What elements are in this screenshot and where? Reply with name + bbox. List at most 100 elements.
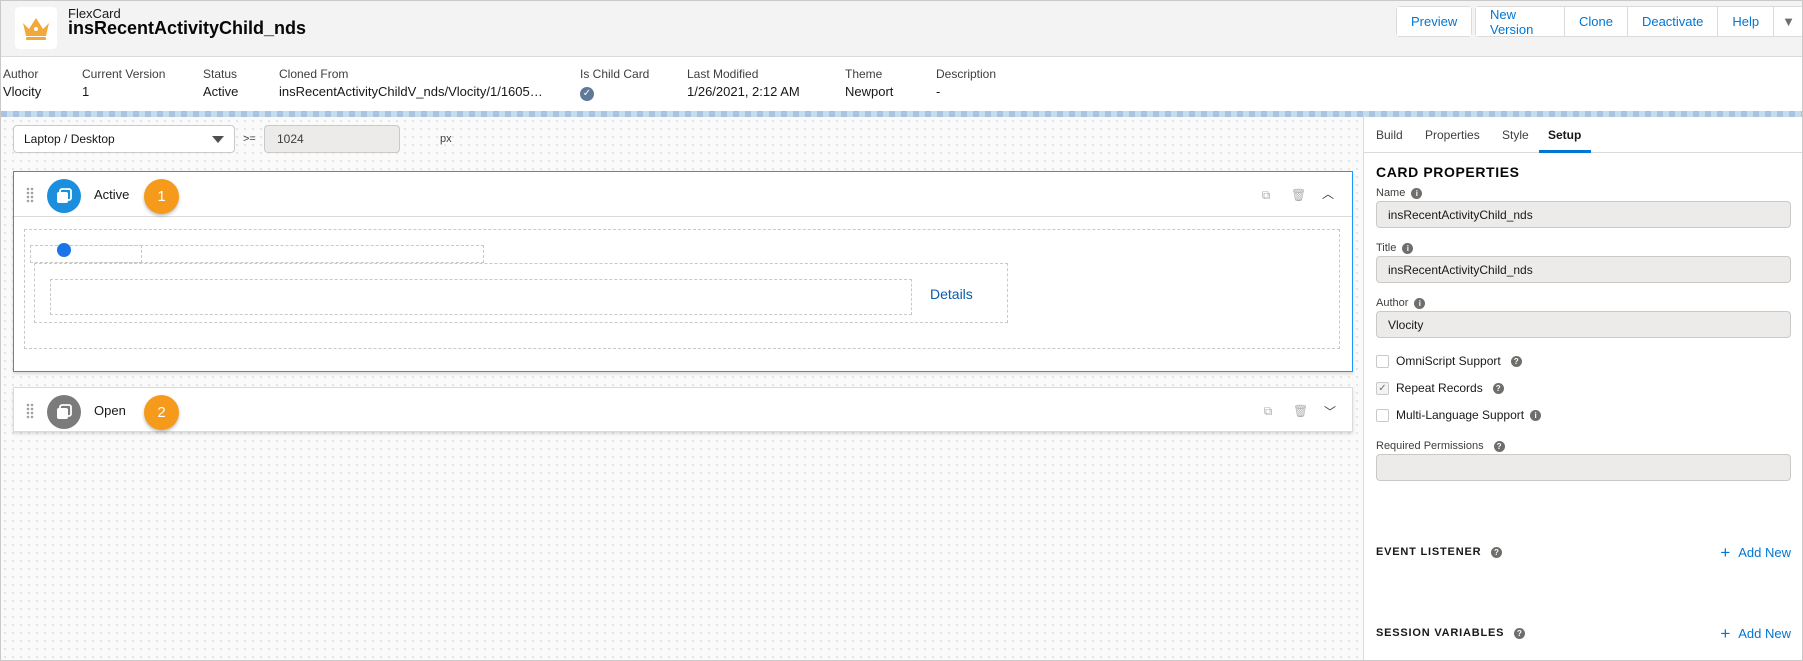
add-session-variable-button[interactable]: + Add New	[1720, 624, 1791, 643]
record-details: Author Vlocity Current Version 1 Status …	[1, 58, 1802, 111]
last-modified-value: 1/26/2021, 2:12 AM	[687, 84, 800, 99]
preview-button[interactable]: Preview	[1397, 7, 1472, 36]
preview-button-group: Preview	[1396, 6, 1473, 37]
state-icon	[47, 179, 81, 213]
info-icon[interactable]: i	[1414, 297, 1426, 309]
theme-label: Theme	[845, 67, 883, 81]
last-modified-field: Last Modified 1/26/2021, 2:12 AM	[687, 67, 800, 99]
plus-icon: +	[1720, 624, 1731, 643]
title-label: Title i	[1376, 242, 1414, 254]
crown-icon	[15, 7, 57, 49]
session-variables-heading: SESSION VARIABLES?	[1376, 627, 1526, 639]
help-icon[interactable]: ?	[1514, 627, 1526, 639]
status-field: Status Active	[203, 67, 238, 99]
state-header[interactable]: Active 1 ⧉ 🗑 ︿	[14, 172, 1352, 217]
required-permissions-label: Required Permissions?	[1376, 440, 1505, 452]
plus-icon: +	[1720, 543, 1731, 562]
author-label: Author i	[1376, 297, 1426, 309]
selection-dot-icon[interactable]	[57, 243, 71, 257]
state-active[interactable]: Active 1 ⧉ 🗑 ︿ Details	[13, 171, 1353, 372]
event-listener-heading: EVENT LISTENER?	[1376, 546, 1503, 558]
status-label: Status	[203, 67, 238, 81]
page-title: insRecentActivityChild_nds	[68, 18, 307, 38]
state-open[interactable]: Open 2 ⧉ 🗑 ﹀	[13, 387, 1353, 432]
theme-field: Theme Newport	[845, 67, 893, 99]
help-icon[interactable]: ?	[1510, 355, 1522, 367]
info-icon[interactable]: i	[1530, 409, 1542, 421]
copy-icon[interactable]: ⧉	[1259, 188, 1273, 202]
chevron-up-icon[interactable]: ︿	[1322, 185, 1336, 201]
help-icon[interactable]: ?	[1493, 441, 1505, 452]
info-icon[interactable]: i	[1411, 187, 1423, 199]
breakpoint-width-input[interactable]: 1024	[264, 125, 400, 153]
page-header: FlexCard insRecentActivityChild_nds Prev…	[1, 1, 1802, 57]
device-select[interactable]: Laptop / Desktop	[13, 125, 235, 153]
help-icon[interactable]: ?	[1492, 382, 1504, 394]
help-button[interactable]: Help	[1718, 7, 1775, 36]
details-link[interactable]: Details	[930, 286, 973, 302]
name-field[interactable]: insRecentActivityChild_nds	[1376, 201, 1791, 228]
trash-icon[interactable]: 🗑	[1293, 404, 1308, 418]
last-modified-label: Last Modified	[687, 67, 759, 81]
required-permissions-field[interactable]	[1376, 454, 1791, 481]
clone-button[interactable]: Clone	[1564, 7, 1628, 36]
section-title: CARD PROPERTIES	[1376, 164, 1520, 180]
author-field[interactable]: Vlocity	[1376, 311, 1791, 338]
chevron-down-icon: ▼	[1782, 14, 1795, 29]
new-version-button[interactable]: New Version	[1476, 7, 1565, 37]
checkbox[interactable]: ✓	[1376, 381, 1389, 395]
field-placeholder	[50, 279, 912, 315]
more-actions-button[interactable]: ▼	[1774, 7, 1802, 36]
info-icon[interactable]: i	[1402, 242, 1414, 254]
trash-icon[interactable]: 🗑	[1291, 188, 1306, 202]
cloned-from-label: Cloned From	[279, 67, 349, 81]
help-icon[interactable]: ?	[1491, 546, 1503, 558]
checkbox-label: OmniScript Support	[1396, 354, 1501, 368]
copy-icon[interactable]: ⧉	[1261, 404, 1275, 418]
chevron-down-icon	[212, 135, 224, 143]
breakpoint-operator: >=	[243, 133, 256, 145]
checkbox-label: Multi-Language Support	[1396, 408, 1525, 422]
theme-value: Newport	[845, 84, 894, 99]
is-child-card-field: Is Child Card ✓	[580, 67, 649, 101]
cloned-from-value: insRecentActivityChildV_nds/Vlocity/1/16…	[279, 84, 543, 99]
author-value: Vlocity	[3, 84, 42, 99]
checkbox[interactable]	[1376, 354, 1389, 368]
multi-language-support-checkbox[interactable]: Multi-Language Support i	[1376, 408, 1542, 422]
tab-style[interactable]: Style	[1502, 128, 1529, 142]
active-tab-indicator	[1539, 150, 1591, 153]
author-label: Author	[3, 67, 39, 81]
title-field[interactable]: insRecentActivityChild_nds	[1376, 256, 1791, 283]
checkbox[interactable]	[1376, 408, 1389, 422]
device-select-value: Laptop / Desktop	[24, 132, 115, 146]
state-header[interactable]: Open 2 ⧉ 🗑 ﹀	[14, 388, 1352, 433]
tab-setup[interactable]: Setup	[1548, 128, 1581, 142]
state-name: Open	[94, 403, 126, 418]
author-field: Author Vlocity	[3, 67, 41, 99]
version-field: Current Version 1	[82, 67, 165, 99]
deactivate-button[interactable]: Deactivate	[1627, 7, 1719, 36]
drag-handle-icon[interactable]	[26, 187, 34, 203]
selected-element-outline	[30, 245, 142, 263]
flexcard-designer: FlexCard insRecentActivityChild_nds Prev…	[0, 0, 1803, 661]
breakpoint-unit: px	[440, 133, 452, 145]
design-canvas: Laptop / Desktop >= 1024 px Active 1 ⧉ 🗑…	[1, 117, 1363, 660]
step-badge: 2	[144, 395, 179, 430]
name-label: Name i	[1376, 187, 1423, 199]
is-child-card-label: Is Child Card	[580, 67, 650, 81]
chevron-down-icon[interactable]: ﹀	[1324, 403, 1338, 419]
omniscript-support-checkbox[interactable]: OmniScript Support ?	[1376, 354, 1522, 368]
actions-button-group: New Version Clone Deactivate Help ▼	[1475, 6, 1802, 37]
add-event-listener-button[interactable]: + Add New	[1720, 543, 1791, 562]
tab-build[interactable]: Build	[1376, 128, 1403, 142]
description-field: Description -	[936, 67, 996, 99]
version-value: 1	[82, 84, 90, 99]
properties-panel: Build Properties Style Setup CARD PROPER…	[1363, 117, 1802, 660]
version-label: Current Version	[82, 67, 166, 81]
description-value: -	[936, 84, 941, 99]
tab-properties[interactable]: Properties	[1425, 128, 1480, 142]
drag-handle-icon[interactable]	[26, 403, 34, 419]
step-badge: 1	[144, 179, 179, 214]
check-icon: ✓	[580, 87, 594, 101]
repeat-records-checkbox[interactable]: ✓ Repeat Records ?	[1376, 381, 1504, 395]
